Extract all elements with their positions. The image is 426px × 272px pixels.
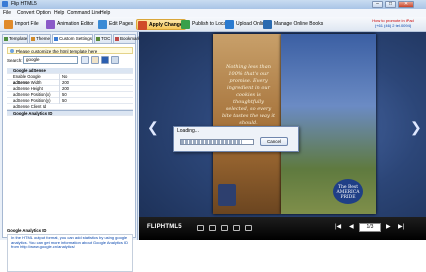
- menu-convert[interactable]: Convert: [17, 10, 35, 16]
- animation-editor-label: Animation Editor: [57, 21, 94, 27]
- edit-pages-icon: [98, 20, 107, 29]
- app-icon: [2, 1, 8, 7]
- apply-change-icon: [138, 21, 147, 30]
- menu-help[interactable]: Help: [54, 10, 64, 16]
- loading-dialog: Loading... Cancel: [173, 126, 299, 152]
- tab-template-label: Template: [9, 36, 28, 41]
- manage-books-icon: [263, 20, 272, 29]
- menu-file[interactable]: File: [3, 10, 11, 16]
- publish-to-local-button[interactable]: Publish to Local: [180, 19, 229, 30]
- search-next-button[interactable]: [91, 56, 99, 64]
- app-window: Flip HTML5 – □ ✕ File Convert Option Hel…: [0, 0, 426, 272]
- publish-to-local-label: Publish to Local: [192, 21, 228, 27]
- import-file-button[interactable]: Import File: [3, 19, 41, 30]
- search-input[interactable]: google: [23, 56, 78, 64]
- row-key: Google Analytics ID: [13, 111, 53, 116]
- settings-panel: Template Theme Custom Settings TOC Bookm…: [0, 32, 140, 272]
- menu-help-2[interactable]: Help: [100, 10, 110, 16]
- promo-link[interactable]: How to promote in iPad (+61 (46) 2 tel.0…: [363, 18, 423, 31]
- menu-bar: File Convert Option Help Command Line He…: [0, 9, 426, 17]
- search-prev-button[interactable]: [81, 56, 89, 64]
- last-page-button[interactable]: ▶|: [398, 223, 404, 231]
- hint-text: Please customize the html template here: [16, 49, 98, 54]
- progress-fill: [181, 140, 243, 144]
- loading-title: Loading...: [177, 128, 199, 134]
- tab-template[interactable]: Template: [2, 34, 28, 43]
- bookmark-icon: [115, 37, 119, 41]
- custom-settings-body: Please customize the html template here …: [2, 43, 136, 272]
- tab-theme[interactable]: Theme: [29, 34, 51, 43]
- export-icon[interactable]: [111, 56, 119, 64]
- apply-change-button[interactable]: Apply Change: [136, 19, 186, 30]
- prev-page-arrow[interactable]: ❮: [147, 120, 159, 134]
- product-can-image: [218, 184, 236, 206]
- flipbook-preview: Nothing less than 100% that's our promis…: [139, 32, 426, 240]
- hint-banner: Please customize the html template here: [7, 47, 133, 54]
- zoom-icon[interactable]: [197, 225, 204, 231]
- title-bar: Flip HTML5 – □ ✕: [0, 0, 426, 9]
- first-page-button[interactable]: |◀: [335, 223, 341, 231]
- next-page-button[interactable]: ▶: [386, 223, 391, 231]
- search-label: Search:: [7, 58, 23, 63]
- book-poem-text: Nothing less than 100% that's our promis…: [221, 64, 276, 126]
- sound-icon[interactable]: [233, 225, 240, 231]
- tab-custom-settings-label: Custom Settings: [59, 36, 93, 41]
- info-icon: [10, 49, 14, 53]
- minimize-button[interactable]: –: [372, 1, 383, 8]
- apply-change-label: Apply Change: [149, 22, 183, 28]
- tab-theme-label: Theme: [36, 36, 51, 41]
- animation-icon: [46, 20, 55, 29]
- loading-progress-bar: [180, 139, 254, 145]
- menu-command-line[interactable]: Command Line: [67, 10, 101, 16]
- next-page-arrow[interactable]: ❯: [410, 120, 422, 134]
- template-icon: [4, 37, 8, 41]
- close-button[interactable]: ✕: [398, 1, 414, 8]
- save-icon[interactable]: [101, 56, 109, 64]
- upload-icon: [225, 20, 234, 29]
- toolbar: Import File Animation Editor Edit Pages …: [0, 17, 426, 32]
- import-icon: [4, 20, 13, 29]
- fullscreen-icon[interactable]: [245, 225, 252, 231]
- settings-grid: Google adSense Enable Google adSense No …: [7, 68, 133, 116]
- tab-toc-label: TOC: [101, 36, 111, 41]
- manage-online-books-button[interactable]: Manage Online Books: [262, 19, 325, 30]
- brand-badge: The Best AMERICA PRIDE: [333, 179, 363, 204]
- fliphtml5-logo: FLIPHTML5: [147, 224, 182, 230]
- edit-pages-label: Edit Pages: [109, 21, 134, 27]
- animation-editor-button[interactable]: Animation Editor: [45, 19, 96, 30]
- menu-option[interactable]: Option: [36, 10, 51, 16]
- settings-tabs: Template Theme Custom Settings TOC Bookm…: [2, 34, 140, 43]
- prev-page-button[interactable]: ◀: [349, 223, 354, 231]
- manage-online-books-label: Manage Online Books: [274, 21, 324, 27]
- book-right-page[interactable]: The Best AMERICA PRIDE: [281, 34, 376, 214]
- tab-toc[interactable]: TOC: [94, 34, 112, 43]
- custom-settings-icon: [54, 37, 58, 41]
- page-number-field[interactable]: 1/3: [359, 223, 381, 232]
- maximize-button[interactable]: □: [385, 1, 396, 8]
- theme-icon: [31, 37, 35, 41]
- description-title: Google Analytics ID: [7, 228, 47, 233]
- viewer-bottom-bar: FLIPHTML5 |◀ ◀ 1/3 ▶ ▶|: [139, 217, 426, 240]
- book-left-page[interactable]: Nothing less than 100% that's our promis…: [213, 34, 281, 214]
- promo-line-2: (+61 (46) 2 tel.0094): [374, 23, 412, 28]
- tab-bookmark[interactable]: Bookmark: [113, 34, 140, 43]
- cancel-button[interactable]: Cancel: [260, 137, 288, 146]
- group-google-analytics[interactable]: Google Analytics ID: [7, 110, 133, 116]
- thumbnails-icon[interactable]: [209, 225, 216, 231]
- toc-icon: [96, 37, 100, 41]
- share-icon[interactable]: [221, 225, 228, 231]
- import-file-label: Import File: [15, 21, 39, 27]
- tab-bookmark-label: Bookmark: [120, 36, 141, 41]
- edit-pages-button[interactable]: Edit Pages: [97, 19, 135, 30]
- publish-icon: [181, 20, 190, 29]
- window-title: Flip HTML5: [11, 1, 37, 7]
- tab-custom-settings[interactable]: Custom Settings: [52, 34, 93, 43]
